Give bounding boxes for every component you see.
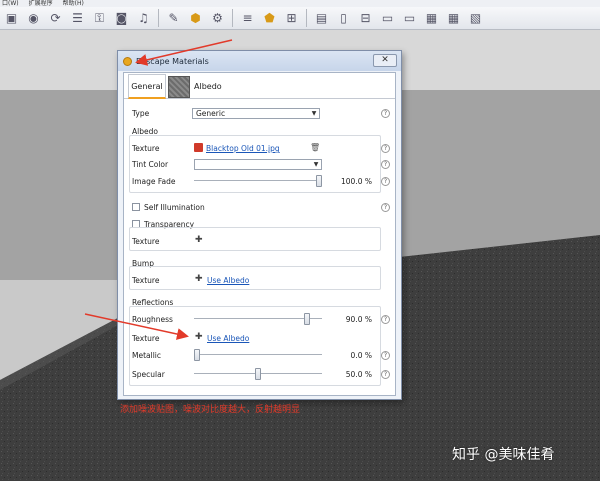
metallic-value: 0.0 % xyxy=(350,351,372,360)
rotate-icon[interactable]: ⟳ xyxy=(46,9,65,28)
toolbar-separator xyxy=(158,9,159,27)
close-button[interactable]: ✕ xyxy=(373,54,397,67)
type-help-icon[interactable]: ? xyxy=(381,109,390,118)
metallic-help-icon[interactable]: ? xyxy=(381,351,390,360)
image2-icon[interactable]: ▦ xyxy=(444,9,463,28)
toolbar: ▣ ◉ ⟳ ☰ ⚿ ◙ ♫ ✎ ⬢ ⚙ ≡ ⬟ ⊞ ▤ ▯ ⊟ ▭ ▭ ▦ ▦ … xyxy=(0,7,600,30)
bump-use-albedo-link[interactable]: Use Albedo xyxy=(207,276,249,285)
map-icon[interactable]: ▧ xyxy=(466,9,485,28)
type-select-value: Generic xyxy=(196,109,226,118)
image-fade-value: 100.0 % xyxy=(341,177,372,186)
layout-icon[interactable]: ⊟ xyxy=(356,9,375,28)
self-illumination-checkbox[interactable] xyxy=(132,203,140,211)
speaker-icon[interactable]: ♫ xyxy=(134,9,153,28)
materials-dialog: Enscape Materials ✕ General Albedo Type … xyxy=(117,50,402,400)
metallic-slider[interactable] xyxy=(194,349,322,361)
cart-icon[interactable]: ⊞ xyxy=(282,9,301,28)
dialog-titlebar[interactable]: Enscape Materials ✕ xyxy=(118,51,401,71)
chevron-down-icon: ▼ xyxy=(311,110,317,117)
specular-slider[interactable] xyxy=(194,368,322,380)
slider-thumb[interactable] xyxy=(194,349,200,361)
window-icon[interactable]: ▤ xyxy=(312,9,331,28)
type-select[interactable]: Generic ▼ xyxy=(192,108,320,119)
add-texture-icon[interactable]: ✚ xyxy=(195,235,203,245)
transparency-section xyxy=(129,227,381,251)
menu-item-help[interactable]: 帮助(H) xyxy=(63,0,84,7)
specular-help-icon[interactable]: ? xyxy=(381,370,390,379)
tint-color-select[interactable]: ▼ xyxy=(194,159,322,170)
toolbar-separator xyxy=(232,9,233,27)
image-fade-slider[interactable] xyxy=(194,175,322,187)
slider-track xyxy=(194,354,322,355)
slider-thumb[interactable] xyxy=(304,313,310,325)
annotation-text: 添加噪波贴图，噪波对比度越大，反射越明显 xyxy=(120,405,301,415)
key-icon[interactable]: ⚿ xyxy=(90,9,109,28)
tint-help-icon[interactable]: ? xyxy=(381,160,390,169)
albedo-texture-help-icon[interactable]: ? xyxy=(381,144,390,153)
slider-thumb[interactable] xyxy=(316,175,322,187)
bump-section xyxy=(129,266,381,290)
monitor-icon[interactable]: ▭ xyxy=(378,9,397,28)
sphere-icon[interactable]: ◉ xyxy=(24,9,43,28)
menu-item-extensions[interactable]: 扩展程序 xyxy=(29,0,53,7)
image-fade-label: Image Fade xyxy=(132,177,176,186)
gear-icon[interactable]: ⚙ xyxy=(208,9,227,28)
tab-bar: General Albedo xyxy=(124,73,395,99)
tab-albedo-label: Albedo xyxy=(194,82,222,91)
reflection-texture-label: Texture xyxy=(132,334,160,343)
slider-track xyxy=(194,318,322,319)
watermark: 知乎 @美味佳肴 xyxy=(452,447,555,463)
badge-icon[interactable]: ⬢ xyxy=(186,9,205,28)
specular-label: Specular xyxy=(132,370,165,379)
add-texture-icon[interactable]: ✚ xyxy=(195,332,203,342)
reflection-use-albedo-link[interactable]: Use Albedo xyxy=(207,334,249,343)
roughness-value: 90.0 % xyxy=(345,315,372,324)
albedo-thumbnail xyxy=(168,75,190,98)
tab-albedo[interactable]: Albedo xyxy=(168,74,228,99)
tray-icon[interactable]: ▣ xyxy=(2,9,21,28)
menu-bar: 口(W) 扩展程序 帮助(H) xyxy=(0,0,600,7)
roughness-slider[interactable] xyxy=(194,313,322,325)
file-icon[interactable]: ▯ xyxy=(334,9,353,28)
layers-icon[interactable]: ☰ xyxy=(68,9,87,28)
trash-icon[interactable]: 🗑 xyxy=(310,143,320,152)
dialog-body: General Albedo Type Generic ▼ ? Albedo T… xyxy=(123,72,396,396)
slider-track xyxy=(194,180,322,181)
sliders-icon[interactable]: ≡ xyxy=(238,9,257,28)
dialog-title: Enscape Materials xyxy=(136,56,209,66)
menu-item-window[interactable]: 口(W) xyxy=(2,0,19,7)
albedo-texture-label: Texture xyxy=(132,144,160,153)
enscape-logo-icon xyxy=(123,56,132,66)
type-label: Type xyxy=(132,109,150,118)
brush-icon[interactable]: ✎ xyxy=(164,9,183,28)
chevron-down-icon: ▼ xyxy=(313,161,319,168)
monitor2-icon[interactable]: ▭ xyxy=(400,9,419,28)
tint-color-label: Tint Color xyxy=(132,160,169,169)
camera-icon[interactable]: ◙ xyxy=(112,9,131,28)
self-illumination-help-icon[interactable]: ? xyxy=(381,203,390,212)
image-icon[interactable]: ▦ xyxy=(422,9,441,28)
transparency-texture-label: Texture xyxy=(132,237,160,246)
texture-file-icon xyxy=(194,143,203,152)
bump-texture-label: Texture xyxy=(132,276,160,285)
shield-icon[interactable]: ⬟ xyxy=(260,9,279,28)
self-illumination-label: Self Illumination xyxy=(144,203,205,212)
image-fade-help-icon[interactable]: ? xyxy=(381,177,390,186)
roughness-help-icon[interactable]: ? xyxy=(381,315,390,324)
tab-general[interactable]: General xyxy=(128,74,166,99)
roughness-label: Roughness xyxy=(132,315,173,324)
specular-value: 50.0 % xyxy=(345,370,372,379)
metallic-label: Metallic xyxy=(132,351,161,360)
add-texture-icon[interactable]: ✚ xyxy=(195,274,203,284)
toolbar-separator xyxy=(306,9,307,27)
albedo-texture-link[interactable]: Blacktop Old 01.jpg xyxy=(206,144,280,153)
slider-thumb[interactable] xyxy=(255,368,261,380)
